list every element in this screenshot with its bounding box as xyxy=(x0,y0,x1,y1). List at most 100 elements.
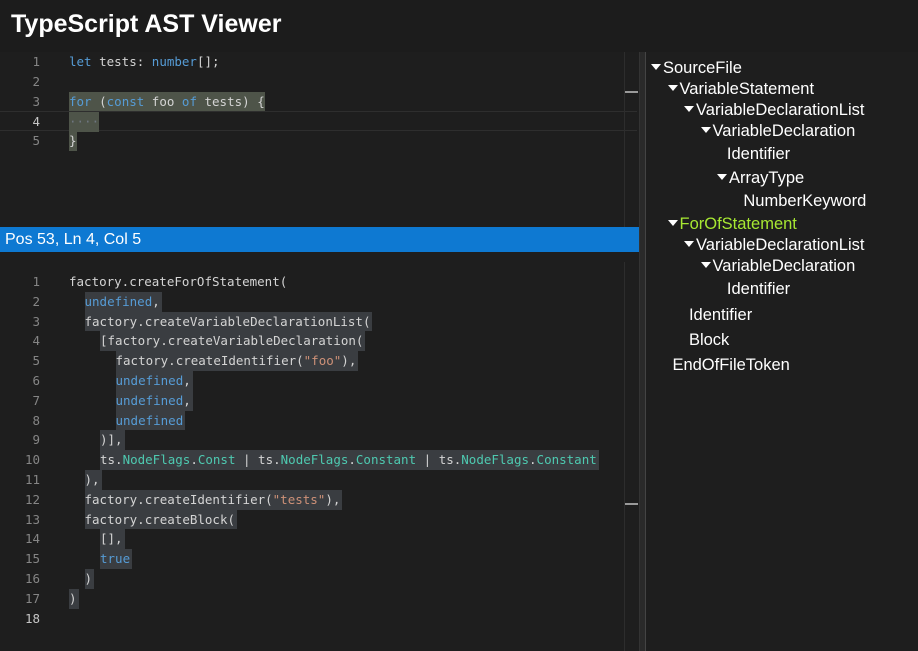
ast-node-label: ForOfStatement xyxy=(679,215,797,233)
line-number: 12 xyxy=(24,491,40,507)
code-token: "tests" xyxy=(272,491,326,507)
ast-node[interactable]: VariableDeclaration xyxy=(700,121,856,141)
code-line[interactable]: 16) xyxy=(0,569,639,589)
ast-node[interactable]: EndOfFileToken xyxy=(672,355,789,375)
code-line[interactable]: 15 true xyxy=(0,549,639,569)
code-line[interactable]: 7 undefined, xyxy=(0,390,639,411)
code-token: [], xyxy=(100,531,123,547)
ast-node[interactable]: SourceFile xyxy=(651,58,742,78)
code-line[interactable]: 1 let tests: number[]; xyxy=(0,52,639,72)
line-number: 4 xyxy=(32,114,40,130)
ast-node[interactable]: VariableDeclarationList xyxy=(684,235,864,255)
line-number: 2 xyxy=(32,73,40,89)
code-line[interactable]: 6 undefined, xyxy=(0,371,639,391)
caret-down-icon[interactable] xyxy=(700,261,711,268)
caret-down-icon[interactable] xyxy=(667,84,678,91)
code-token: undefined xyxy=(115,412,184,428)
line-number: 15 xyxy=(24,551,40,567)
code-token: "foo" xyxy=(303,353,342,369)
caret-down-icon[interactable] xyxy=(667,219,678,226)
code-token: ( xyxy=(91,93,107,109)
line-number: 8 xyxy=(32,412,40,428)
code-line[interactable]: 8 undefined xyxy=(0,410,639,431)
code-line[interactable]: 2 xyxy=(0,72,639,92)
source-code-editor[interactable]: 1 let tests: number[]; 2 3 for (const fo… xyxy=(0,52,639,227)
code-line[interactable]: 1 factory.createForOfStatement( xyxy=(0,272,639,292)
code-token: ), xyxy=(341,353,357,369)
code-token: Const xyxy=(197,452,236,468)
ast-node[interactable]: NumberKeyword xyxy=(743,191,866,211)
code-line[interactable]: 4 [factory.createVariableDeclaration( xyxy=(0,331,639,352)
line-number: 5 xyxy=(32,133,40,149)
ast-node[interactable]: Identifier xyxy=(689,305,752,325)
code-line[interactable]: 18 xyxy=(0,609,639,629)
line-number: 14 xyxy=(24,531,40,547)
code-line[interactable]: 3 for (const foo of tests) { xyxy=(0,91,639,112)
code-token: | ts. xyxy=(416,452,462,468)
ast-node[interactable]: Identifier xyxy=(727,279,790,299)
code-line[interactable]: 10 ts.NodeFlags.Const | ts.NodeFlags.Cons… xyxy=(0,450,639,470)
code-token: let xyxy=(69,54,92,69)
line-number: 2 xyxy=(32,293,40,309)
line-number: 18 xyxy=(24,610,40,626)
code-token: factory.createIdentifier( xyxy=(115,353,304,369)
status-bar: Pos 53, Ln 4, Col 5 xyxy=(0,227,639,252)
code-token: ), xyxy=(325,491,341,507)
code-line[interactable]: 12 factory.createIdentifier("tests"), xyxy=(0,489,639,510)
code-token: tests) { xyxy=(196,93,265,109)
ast-tree[interactable]: SourceFile VariableStatement VariableDecla… xyxy=(646,52,918,651)
code-line[interactable]: 13 factory.createBlock( xyxy=(0,509,639,530)
factory-code-editor[interactable]: 1 factory.createForOfStatement(2 undefined… xyxy=(0,262,639,651)
code-token: tests: xyxy=(91,54,152,69)
code-token: . xyxy=(190,452,198,468)
caret-down-icon[interactable] xyxy=(700,126,711,133)
code-token: ts. xyxy=(100,452,123,468)
line-number: 17 xyxy=(24,590,40,606)
ast-node[interactable]: Block xyxy=(689,330,729,350)
code-line[interactable]: 5 factory.createIdentifier("foo"), xyxy=(0,351,639,371)
ast-node-label: VariableDeclaration xyxy=(712,257,856,275)
indent-whitespace: ···· xyxy=(69,112,100,133)
pane-splitter[interactable] xyxy=(639,52,646,651)
line-number: 3 xyxy=(32,93,40,109)
ast-node-label: VariableDeclarationList xyxy=(696,236,865,254)
code-token: of xyxy=(181,93,197,109)
caret-down-icon[interactable] xyxy=(651,63,661,70)
ast-node[interactable]: Identifier xyxy=(727,144,790,164)
caret-down-icon[interactable] xyxy=(684,240,694,247)
code-line[interactable]: 17) xyxy=(0,588,639,609)
caret-down-icon[interactable] xyxy=(684,105,694,112)
line-number: 9 xyxy=(32,432,40,448)
code-token: Constant xyxy=(536,452,597,468)
ast-node[interactable]: ArrayType xyxy=(717,168,804,188)
ast-node[interactable]: VariableStatement xyxy=(667,79,815,99)
ast-node[interactable]: ForOfStatement xyxy=(667,214,797,234)
line-number: 11 xyxy=(24,472,40,487)
ast-node-label: VariableStatement xyxy=(679,80,815,98)
caret-down-icon[interactable] xyxy=(717,173,727,180)
ast-node[interactable]: VariableDeclaration xyxy=(700,256,856,276)
code-line[interactable]: 3 factory.createVariableDeclarationList( xyxy=(0,311,639,332)
code-token: , xyxy=(183,392,191,408)
overview-ruler[interactable] xyxy=(624,52,639,227)
ast-node-label: EndOfFileToken xyxy=(672,356,790,374)
ast-node-label: VariableDeclaration xyxy=(712,122,856,140)
code-token: [factory.createVariableDeclaration( xyxy=(100,333,364,349)
ruler-mark xyxy=(625,91,638,93)
line-number: 13 xyxy=(24,511,40,527)
code-token: true xyxy=(100,551,131,567)
line-number: 1 xyxy=(32,54,40,69)
code-line[interactable]: 5 } xyxy=(0,131,639,151)
current-line[interactable]: 4 ···· xyxy=(0,111,637,133)
code-line[interactable]: 9)], xyxy=(0,430,639,451)
line-number: 16 xyxy=(24,571,40,586)
code-line[interactable]: 2 undefined, xyxy=(0,291,639,312)
code-line[interactable]: 11), xyxy=(0,470,639,490)
ast-node-label: Identifier xyxy=(726,145,791,163)
code-token: number xyxy=(151,54,197,69)
overview-ruler[interactable] xyxy=(624,262,639,651)
code-token: NodeFlags xyxy=(280,452,349,468)
code-line[interactable]: 14 [], xyxy=(0,529,639,550)
ruler-mark xyxy=(625,503,638,505)
ast-node[interactable]: VariableDeclarationList xyxy=(684,100,864,120)
